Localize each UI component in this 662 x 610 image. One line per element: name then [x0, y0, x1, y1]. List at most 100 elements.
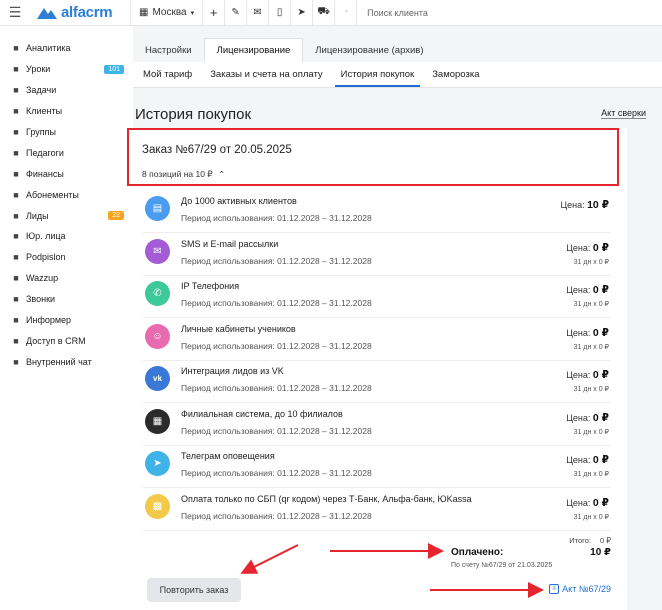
item-period: Период использования: 01.12.2028 – 31.12…	[181, 383, 372, 393]
subtab-purchase-history[interactable]: История покупок	[334, 69, 421, 87]
act-document-link[interactable]: ≡ Акт №67/29	[549, 584, 611, 594]
phone-icon: ✆	[145, 281, 170, 306]
sidebar-item[interactable]: ■ Финансы	[0, 163, 130, 184]
tools-icon[interactable]: ✎	[224, 0, 246, 26]
logo-text: alfacrm	[61, 4, 113, 21]
envelope-icon: ✉	[145, 238, 170, 264]
chart-icon: ■	[13, 43, 19, 54]
item-price-value: 10 ₽	[587, 199, 609, 211]
sidebar-item-label: Педагоги	[26, 147, 64, 158]
sidebar-item-label: Podpislon	[26, 252, 66, 263]
item-name: SMS и E-mail рассылки	[181, 238, 279, 249]
logo[interactable]: alfacrm	[30, 4, 130, 21]
sidebar-item-label: Уроки	[26, 64, 51, 75]
item-price: Цена: 0 ₽	[566, 327, 609, 339]
repeat-order-button[interactable]: Повторить заказ	[147, 578, 241, 602]
order-summary-toggle[interactable]: 8 позиций на 10 ₽ ⌃	[142, 169, 225, 180]
city-select[interactable]: ▦ Москва ▾	[130, 0, 202, 26]
phone-icon: ■	[13, 294, 19, 305]
telegram-icon: ➤	[145, 451, 170, 476]
sidebar-item-label: Информер	[26, 315, 72, 326]
item-period: Период использования: 01.12.2028 – 31.12…	[181, 255, 372, 266]
lead-icon: ■	[13, 210, 19, 221]
sidebar-item-label: Wazzup	[26, 273, 59, 284]
item-price: Цена: 10 ₽	[560, 199, 609, 211]
item-period: Период использования: 01.12.2028 – 31.12…	[181, 213, 372, 223]
item-price-value: 0 ₽	[592, 369, 609, 381]
mobile-icon[interactable]: ▯	[268, 0, 290, 26]
tab-licensing-archive[interactable]: Лицензирование (архив)	[303, 38, 435, 62]
sidebar-item-label: Аналитика	[26, 43, 71, 54]
order-header: Заказ №67/29 от 20.05.2025 8 позиций на …	[127, 128, 619, 186]
item-price: Цена: 0 ₽	[566, 454, 609, 466]
sidebar-item[interactable]: ■ Юр. лица	[0, 226, 130, 247]
top-bar: ☰ alfacrm ▦ Москва ▾ + ✎ ✉ ▯ ➤ ⛟ ◔ Поиск…	[0, 0, 662, 26]
cart-icon[interactable]: ⛟	[312, 0, 334, 26]
item-price-breakdown: 31 дн x 0 ₽	[573, 513, 609, 521]
sidebar-item[interactable]: ■ Группы	[0, 122, 130, 143]
user-icon: ■	[13, 106, 19, 117]
order-panel: Заказ №67/29 от 20.05.2025 8 позиций на …	[127, 128, 627, 610]
sidebar-item[interactable]: ■ Внутренний чат	[0, 351, 130, 372]
order-summary: 8 позиций на 10 ₽	[142, 169, 213, 179]
subtab-freeze[interactable]: Заморозка	[426, 69, 485, 87]
invoice-note: По счету №67/29 от 21.03.2025	[451, 562, 553, 569]
item-price: Цена: 0 ₽	[566, 412, 609, 424]
sidebar-item[interactable]: ■ Доступ в CRM	[0, 330, 130, 351]
sidebar-item[interactable]: ■ Wazzup	[0, 268, 130, 289]
sidebar: ■ Аналитика ■ Уроки 101 ■ Задачи ■ Клиенты ■ Групп…	[0, 26, 130, 610]
calendar-icon: ■	[13, 64, 19, 75]
add-icon[interactable]: +	[202, 0, 224, 26]
sidebar-item[interactable]: ■ Информер	[0, 310, 130, 331]
item-price-label: Цена:	[566, 455, 591, 465]
reconciliation-act-link[interactable]: Акт сверки	[601, 108, 646, 119]
search-placeholder: Поиск клиента	[367, 7, 428, 18]
tab-settings[interactable]: Настройки	[133, 38, 204, 62]
item-period: Период использования: 01.12.2028 – 31.12…	[181, 340, 372, 351]
telegram-icon[interactable]: ➤	[290, 0, 312, 26]
sidebar-item-label: Звонки	[26, 294, 56, 305]
subtab-orders-invoices[interactable]: Заказы и счета на оплату	[204, 69, 328, 87]
sidebar-item[interactable]: ■ Уроки 101	[0, 59, 130, 80]
main-content: Настройки Лицензирование Лицензирование …	[127, 26, 662, 610]
sidebar-item[interactable]: ■ Podpislon	[0, 247, 130, 268]
mail-icon[interactable]: ✉	[246, 0, 268, 26]
subtab-my-plan[interactable]: Мой тариф	[137, 69, 198, 87]
sidebar-item[interactable]: ■ Клиенты	[0, 101, 130, 122]
city-icon: ▦	[139, 7, 149, 18]
item-price-breakdown: 31 дн x 0 ₽	[573, 343, 609, 351]
sidebar-item-label: Задачи	[26, 85, 57, 96]
chat-icon: ■	[13, 273, 19, 284]
page-title: История покупок	[135, 106, 252, 123]
item-price-breakdown: 31 дн x 0 ₽	[573, 428, 609, 436]
sidebar-item-label: Группы	[26, 127, 56, 137]
item-price-label: Цена:	[566, 242, 591, 253]
item-price-value: 0 ₽	[592, 496, 609, 509]
sidebar-item[interactable]: ■ Педагоги	[0, 142, 130, 163]
sidebar-item[interactable]: ■ Абонементы	[0, 184, 130, 205]
item-price-value: 0 ₽	[592, 284, 609, 296]
tab-licensing[interactable]: Лицензирование	[203, 38, 304, 62]
item-name: Оплата только по СБП (qr кодом) через Т-…	[181, 493, 472, 504]
sidebar-item[interactable]: ■ Лиды 22	[0, 205, 130, 226]
task-icon: ■	[13, 85, 19, 96]
sidebar-item[interactable]: ■ Задачи	[0, 80, 130, 101]
order-line-item: ▦ Филиальная система, до 10 филиалов Перио…	[143, 403, 611, 446]
item-period: Период использования: 01.12.2028 – 31.12…	[181, 425, 372, 436]
search-input[interactable]: Поиск клиента	[356, 0, 662, 26]
branches-icon: ▦	[145, 408, 170, 434]
money-icon: ■	[13, 168, 19, 179]
sidebar-item-label: Абонементы	[26, 189, 79, 200]
item-name: Телеграм оповещения	[181, 451, 275, 461]
item-price: Цена: 0 ₽	[566, 242, 609, 254]
bell-icon[interactable]: ◔	[334, 0, 356, 26]
item-price-value: 0 ₽	[592, 241, 609, 254]
chevron-up-icon: ⌃	[218, 169, 226, 179]
lock-icon: ■	[13, 335, 19, 346]
sidebar-item[interactable]: ■ Звонки	[0, 289, 130, 310]
sidebar-item[interactable]: ■ Аналитика	[0, 38, 130, 59]
item-price-breakdown: 31 дн x 0 ₽	[573, 386, 609, 393]
chevron-down-icon: ▾	[190, 9, 195, 17]
menu-icon[interactable]: ☰	[0, 0, 30, 26]
student-icon: ☺	[145, 323, 170, 349]
